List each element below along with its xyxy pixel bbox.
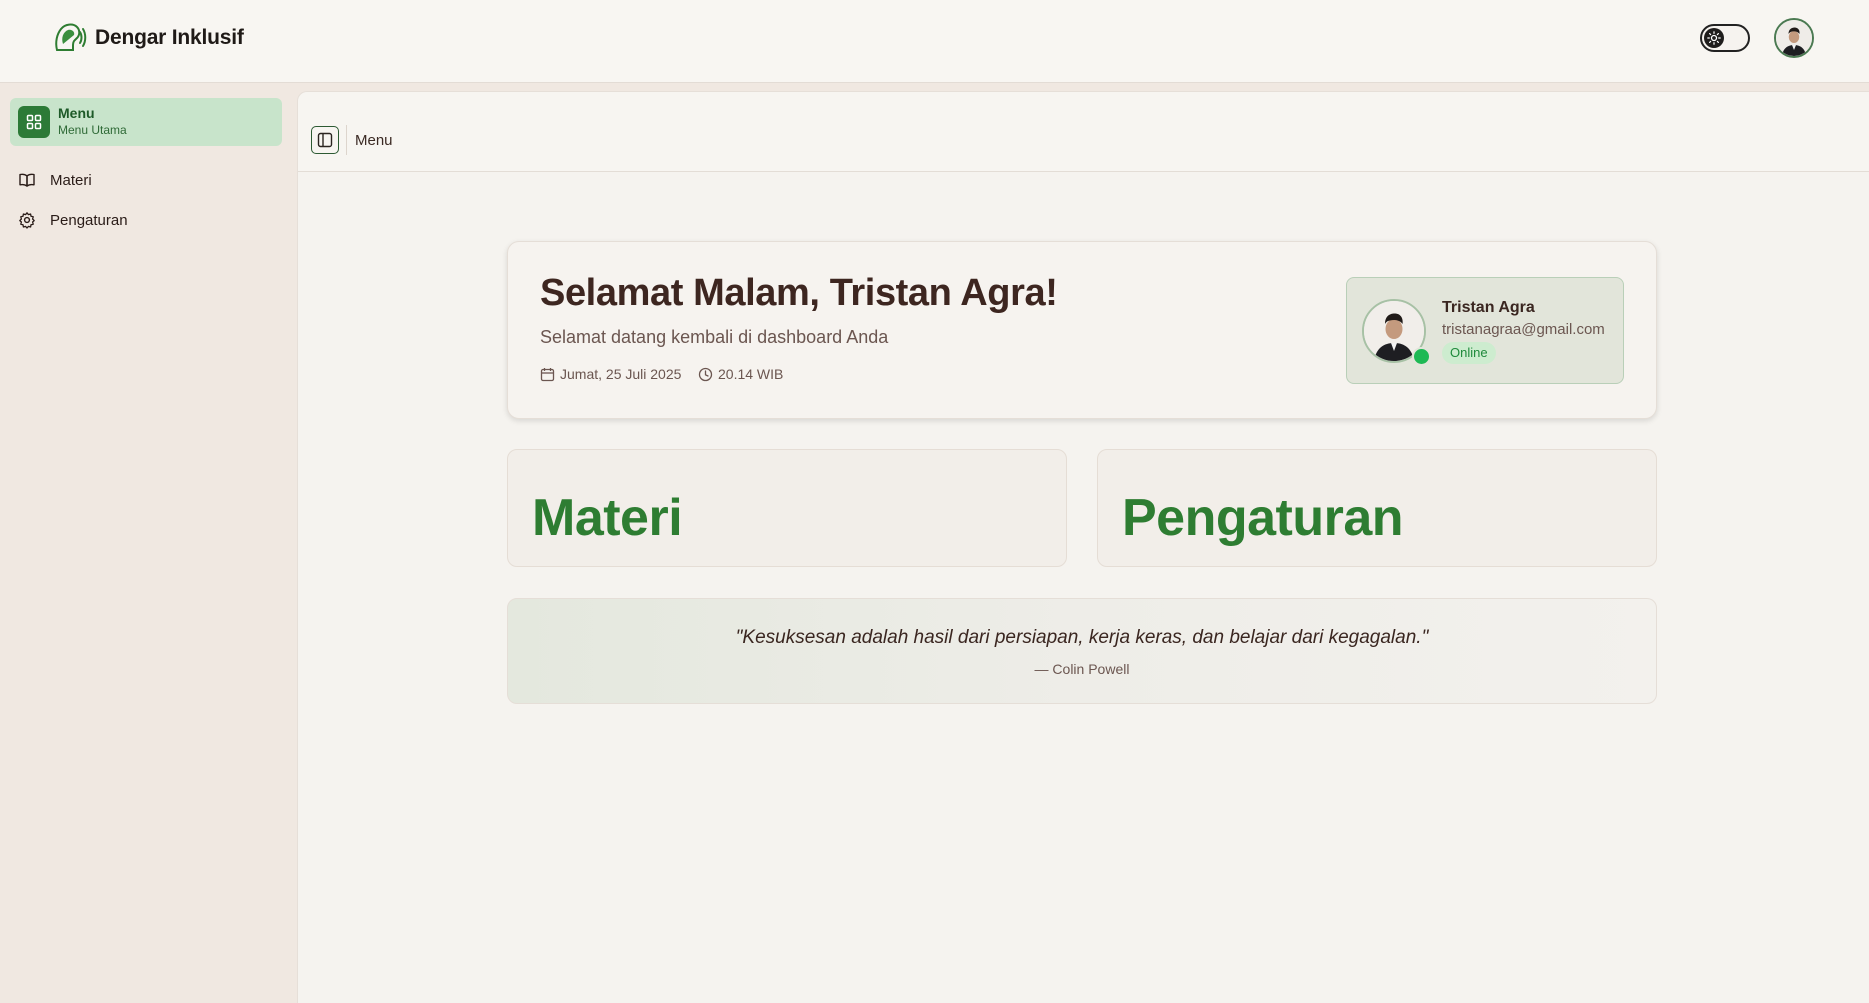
divider: [346, 125, 347, 155]
page-title: Selamat Malam, Tristan Agra!: [540, 272, 1058, 314]
sidebar-item-materi[interactable]: Materi: [10, 163, 282, 197]
sidebar-toggle-button[interactable]: [311, 126, 339, 154]
welcome-card: Selamat Malam, Tristan Agra! Selamat dat…: [507, 241, 1657, 419]
main-content: Menu Selamat Malam, Tristan Agra! Selama…: [297, 91, 1869, 1003]
calendar-icon: [540, 367, 555, 381]
grid-icon: [18, 106, 50, 138]
sidebar: Menu Menu Utama Materi Pengaturan: [0, 84, 297, 1003]
date-info: Jumat, 25 Juli 2025: [540, 366, 681, 382]
avatar[interactable]: [1774, 18, 1814, 58]
panel-left-icon: [317, 132, 333, 148]
profile-name: Tristan Agra: [1442, 299, 1535, 316]
welcome-subtitle: Selamat datang kembali di dashboard Anda: [540, 327, 889, 347]
profile-email: tristanagraa@gmail.com: [1442, 321, 1605, 338]
sidebar-item-sublabel: Menu Utama: [58, 123, 127, 137]
pengaturan-card[interactable]: Pengaturan: [1097, 449, 1657, 567]
card-title: Pengaturan: [1122, 489, 1404, 547]
sidebar-item-menu[interactable]: Menu Menu Utama: [10, 98, 282, 146]
brand[interactable]: Dengar Inklusif: [51, 20, 244, 56]
card-title: Materi: [532, 489, 683, 547]
quote-card: "Kesuksesan adalah hasil dari persiapan,…: [507, 598, 1657, 704]
book-icon: [16, 169, 38, 191]
app-name: Dengar Inklusif: [95, 26, 244, 49]
sidebar-item-label: Menu: [58, 105, 95, 121]
theme-toggle[interactable]: [1700, 24, 1750, 52]
sidebar-item-pengaturan[interactable]: Pengaturan: [10, 203, 282, 237]
time-info: 20.14 WIB: [698, 366, 783, 382]
breadcrumb: Menu: [355, 132, 393, 149]
time-text: 20.14 WIB: [718, 366, 784, 382]
main-header: Menu: [298, 92, 1869, 172]
quote-author: — Colin Powell: [1034, 661, 1130, 677]
logo-icon: [55, 23, 87, 51]
date-text: Jumat, 25 Juli 2025: [560, 366, 682, 382]
sidebar-item-label: Materi: [50, 171, 92, 189]
materi-card[interactable]: Materi: [507, 449, 1067, 567]
top-bar: Dengar Inklusif: [0, 0, 1869, 83]
sidebar-item-label: Pengaturan: [50, 211, 128, 229]
sun-icon: [1704, 28, 1724, 48]
status-badge: Online: [1442, 342, 1496, 364]
clock-icon: [698, 367, 713, 381]
profile-card: Tristan Agra tristanagraa@gmail.com Onli…: [1346, 277, 1624, 384]
quote-text: "Kesuksesan adalah hasil dari persiapan,…: [735, 627, 1429, 648]
gear-icon: [16, 209, 38, 231]
online-status-dot: [1412, 347, 1431, 366]
